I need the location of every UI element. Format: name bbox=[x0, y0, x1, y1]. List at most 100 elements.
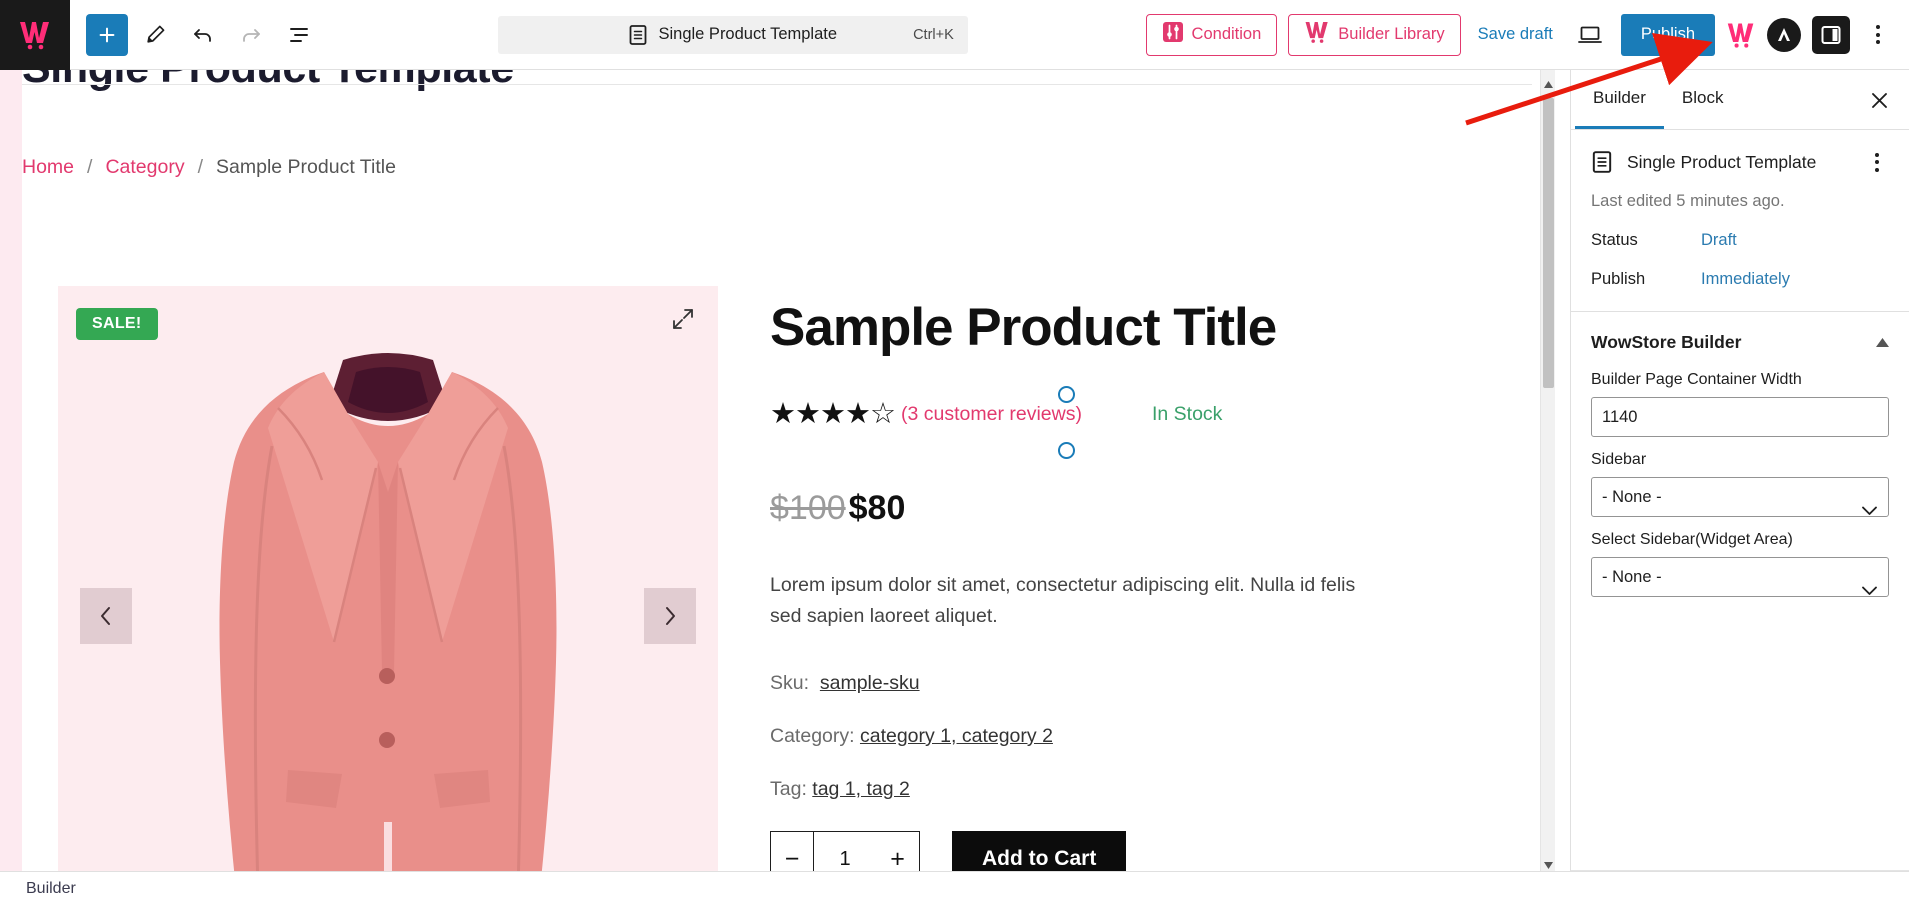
product-rating-row: ★★★★☆ (3 customer reviews) In Stock bbox=[770, 385, 1510, 459]
widget-area-select-field: Select Sidebar(Widget Area) - None - bbox=[1571, 517, 1909, 597]
save-draft-button[interactable]: Save draft bbox=[1472, 25, 1559, 44]
plus-icon bbox=[99, 27, 115, 42]
toolbar-right-group: Condition Builder Library Save draft Pub… bbox=[1145, 13, 1909, 56]
kebab-dot bbox=[1876, 40, 1880, 44]
undo-button[interactable] bbox=[182, 14, 224, 56]
category-value[interactable]: category 1, category 2 bbox=[860, 725, 1053, 747]
product-category-row: Category: category 1, category 2 bbox=[770, 725, 1510, 748]
breadcrumb-current: Sample Product Title bbox=[216, 156, 396, 178]
publish-value[interactable]: Immediately bbox=[1701, 270, 1790, 289]
expand-fullscreen-icon[interactable] bbox=[670, 306, 696, 337]
status-label: Status bbox=[1591, 231, 1638, 249]
sku-label: Sku: bbox=[770, 672, 810, 695]
editor-toolbar: Single Product Template Ctrl+K Condition bbox=[0, 0, 1909, 70]
condition-label: Condition bbox=[1191, 25, 1262, 43]
editor-window: Single Product Template Ctrl+K Condition bbox=[0, 0, 1909, 905]
command-palette-pill[interactable]: Single Product Template Ctrl+K bbox=[497, 15, 968, 54]
sidebar-select-label: Sidebar bbox=[1591, 451, 1647, 468]
document-actions-button[interactable] bbox=[1865, 152, 1889, 172]
star-filled: ★ bbox=[820, 397, 846, 430]
breadcrumb-home[interactable]: Home bbox=[22, 156, 74, 179]
editor-canvas[interactable]: Single Product Template Home / Category … bbox=[0, 70, 1555, 905]
kebab-dot bbox=[1876, 25, 1880, 29]
scroll-up-arrow-icon[interactable] bbox=[1541, 76, 1556, 92]
canvas-scrollbar[interactable] bbox=[1540, 70, 1555, 905]
settings-sidebar: Builder Block Single Product Template La… bbox=[1570, 70, 1909, 905]
editor-options-button[interactable] bbox=[1861, 14, 1895, 56]
builder-library-button[interactable]: Builder Library bbox=[1288, 13, 1461, 56]
view-device-button[interactable] bbox=[1570, 14, 1610, 56]
kebab-dot bbox=[1875, 167, 1879, 172]
sku-value[interactable]: sample-sku bbox=[820, 672, 920, 694]
widget-area-select[interactable]: - None - bbox=[1591, 557, 1889, 597]
condition-button[interactable]: Condition bbox=[1145, 13, 1278, 56]
product-price: $100 $80 bbox=[770, 489, 1510, 528]
publish-row: Publish Immediately bbox=[1571, 250, 1909, 289]
tab-builder[interactable]: Builder bbox=[1575, 70, 1664, 129]
block-resize-handle[interactable] bbox=[1058, 441, 1075, 459]
tag-value[interactable]: tag 1, tag 2 bbox=[812, 778, 910, 800]
gallery-prev-button[interactable] bbox=[80, 588, 132, 644]
page-title-cutoff: Single Product Template bbox=[22, 70, 514, 93]
sidebar-select[interactable]: - None - bbox=[1591, 477, 1889, 517]
product-sku-row: Sku: sample-sku bbox=[770, 672, 1510, 695]
canvas-scrollbar-thumb[interactable] bbox=[1543, 98, 1554, 388]
settings-panel-toggle[interactable] bbox=[1812, 15, 1850, 54]
wowstore-builder-panel-title: WowStore Builder bbox=[1591, 332, 1742, 352]
sidebar-document-title: Single Product Template bbox=[1627, 151, 1817, 172]
wowstore-logo-tile[interactable] bbox=[0, 0, 70, 70]
add-block-button[interactable] bbox=[86, 13, 128, 56]
kebab-dot bbox=[1876, 32, 1880, 37]
document-icon bbox=[1591, 150, 1621, 174]
breadcrumb: Home / Category / Sample Product Title bbox=[22, 156, 396, 179]
chevron-up-icon bbox=[1876, 336, 1889, 350]
status-value[interactable]: Draft bbox=[1701, 231, 1737, 250]
status-bar-label: Builder bbox=[26, 879, 76, 897]
container-width-label: Builder Page Container Width bbox=[1591, 371, 1802, 388]
product-title[interactable]: Sample Product Title bbox=[770, 300, 1510, 356]
document-title-label: Single Product Template bbox=[658, 25, 838, 43]
undo-arrow-icon bbox=[194, 28, 211, 42]
rating-stars: ★★★★☆ bbox=[770, 397, 896, 430]
star-filled: ★ bbox=[795, 397, 821, 430]
star-empty: ☆ bbox=[870, 397, 896, 430]
astra-logo-icon bbox=[1778, 27, 1790, 41]
container-width-input[interactable] bbox=[1591, 397, 1889, 437]
sidebar-select-field: Sidebar - None - bbox=[1571, 437, 1909, 517]
publish-label: Publish bbox=[1591, 270, 1646, 288]
wowstore-cart-icon bbox=[1304, 20, 1330, 49]
tools-edit-button[interactable] bbox=[134, 14, 176, 56]
redo-button[interactable] bbox=[230, 14, 272, 56]
product-gallery[interactable]: SALE! bbox=[58, 286, 718, 905]
product-image bbox=[219, 353, 557, 891]
last-edited-text: Last edited 5 minutes ago. bbox=[1591, 192, 1785, 210]
breadcrumb-category[interactable]: Category bbox=[105, 156, 184, 179]
canvas-left-stripe bbox=[0, 70, 22, 905]
wowstore-settings-icon[interactable] bbox=[1726, 21, 1756, 49]
wowstore-builder-panel-header[interactable]: WowStore Builder bbox=[1571, 312, 1909, 357]
publish-button[interactable]: Publish bbox=[1620, 13, 1715, 56]
chevron-left-icon bbox=[101, 607, 110, 625]
list-view-button[interactable] bbox=[278, 14, 320, 56]
container-width-field: Builder Page Container Width bbox=[1571, 357, 1909, 437]
price-original: $100 bbox=[770, 488, 846, 527]
close-sidebar-button[interactable] bbox=[1863, 84, 1895, 116]
breadcrumb-separator: / bbox=[87, 156, 93, 178]
redo-arrow-icon bbox=[243, 28, 260, 42]
kebab-dot bbox=[1875, 160, 1879, 164]
list-view-icon bbox=[290, 27, 308, 42]
product-block: SALE! Sample Product Title ★★★★☆ (3 cust… bbox=[22, 286, 1510, 905]
tab-block[interactable]: Block bbox=[1664, 70, 1742, 129]
customer-reviews-link[interactable]: (3 customer reviews) bbox=[901, 403, 1082, 426]
star-filled: ★ bbox=[770, 397, 796, 430]
toolbar-left-group bbox=[70, 13, 320, 56]
wowstore-cart-logo-icon bbox=[20, 21, 49, 49]
toolbar-center-group: Single Product Template Ctrl+K bbox=[320, 15, 1146, 54]
block-resize-handle[interactable] bbox=[1058, 385, 1075, 403]
astra-logo-button[interactable] bbox=[1767, 17, 1801, 52]
stock-status: In Stock bbox=[1151, 402, 1223, 425]
gallery-next-button[interactable] bbox=[644, 588, 696, 644]
close-x-icon bbox=[1871, 92, 1887, 108]
builder-library-label: Builder Library bbox=[1338, 25, 1445, 43]
tag-label: Tag: bbox=[770, 778, 807, 801]
